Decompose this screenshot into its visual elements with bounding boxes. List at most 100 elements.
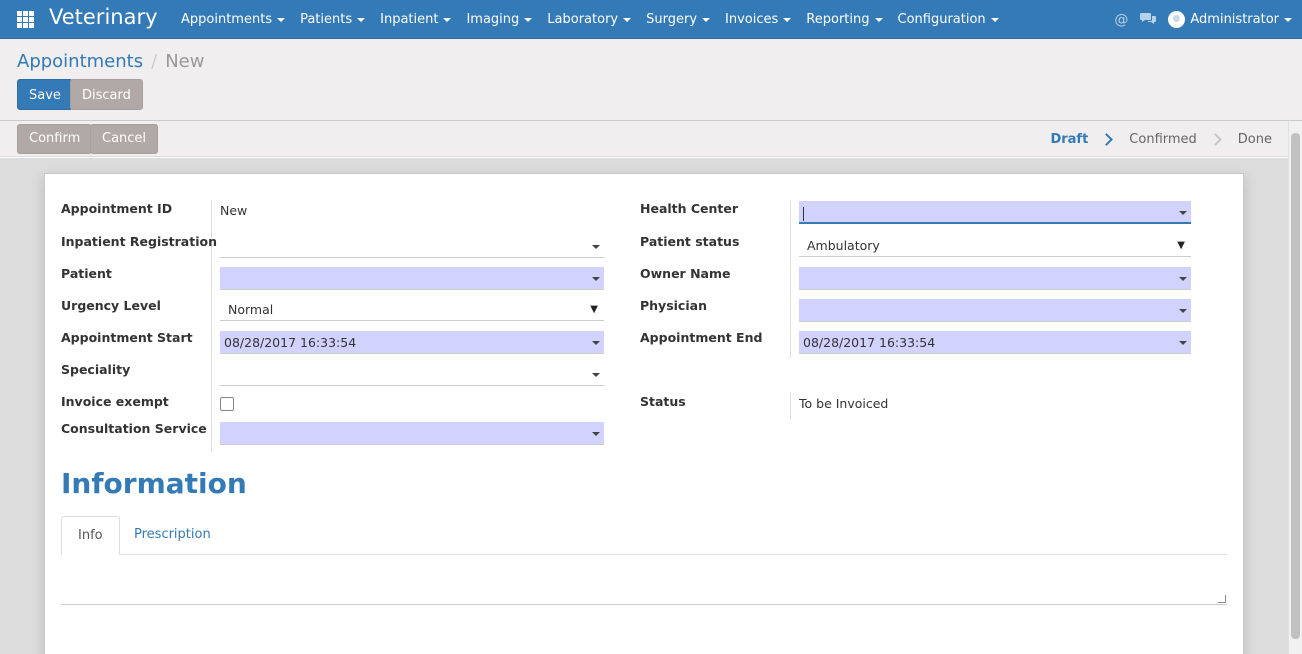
consultation-service-field[interactable]: [220, 422, 604, 445]
dropdown-icon: [1179, 211, 1187, 215]
caret-down-icon: [783, 17, 792, 22]
inpatient-registration-field[interactable]: [220, 235, 604, 258]
appointment-id-value: New: [220, 203, 248, 218]
menu-label: Reporting: [806, 12, 870, 27]
status-value: To be Invoiced: [799, 396, 889, 411]
dropdown-icon: [592, 341, 600, 345]
invoice-exempt-checkbox[interactable]: [220, 397, 234, 411]
breadcrumb-separator: /: [151, 51, 158, 72]
scroll-thumb[interactable]: [1291, 133, 1300, 639]
field-value: Normal: [228, 302, 274, 317]
tab-info[interactable]: Info: [61, 516, 120, 555]
inpatient-registration-label: Inpatient Registration: [61, 234, 217, 249]
caret-down-icon: [874, 17, 883, 22]
select-arrow-icon: ▼: [1177, 240, 1185, 251]
menu-label: Patients: [300, 12, 353, 27]
field-value: Ambulatory: [807, 238, 880, 253]
dropdown-icon: [1179, 341, 1187, 345]
speciality-field[interactable]: [220, 363, 604, 386]
user-menu[interactable]: Administrator: [1168, 11, 1292, 28]
step-confirmed[interactable]: Confirmed: [1129, 132, 1197, 147]
menu-label: Appointments: [181, 12, 273, 27]
menu-configuration[interactable]: Configuration: [898, 0, 999, 39]
text-cursor: [803, 206, 804, 221]
caret-down-icon: [357, 17, 366, 22]
apps-menu-icon[interactable]: [17, 11, 34, 28]
select-arrow-icon: ▼: [590, 304, 598, 315]
caret-down-icon: [1284, 17, 1292, 22]
consultation-service-label: Consultation Service: [61, 421, 207, 436]
info-textarea[interactable]: [61, 556, 1227, 605]
menu-surgery[interactable]: Surgery: [646, 0, 711, 39]
step-draft[interactable]: Draft: [1050, 132, 1088, 147]
column-divider: [790, 200, 791, 358]
appointment-id-label: Appointment ID: [61, 201, 173, 216]
patient-label: Patient: [61, 266, 112, 281]
appointment-start-field[interactable]: 08/28/2017 16:33:54: [220, 331, 604, 354]
menu-imaging[interactable]: Imaging: [466, 0, 533, 39]
top-navbar: Veterinary Appointments Patients Inpatie…: [0, 0, 1302, 39]
menu-patients[interactable]: Patients: [300, 0, 366, 39]
menu-label: Invoices: [725, 12, 779, 27]
status-label: Status: [640, 394, 686, 409]
confirm-button[interactable]: Confirm: [17, 124, 93, 154]
menu-label: Configuration: [897, 12, 986, 27]
caret-down-icon: [277, 17, 286, 22]
caret-down-icon: [623, 17, 632, 22]
caret-down-icon: [443, 17, 452, 22]
dropdown-icon: [1179, 277, 1187, 281]
information-heading: Information: [61, 467, 247, 500]
patient-field[interactable]: [220, 267, 604, 290]
owner-name-label: Owner Name: [640, 266, 731, 281]
menu-label: Laboratory: [547, 12, 619, 27]
menu-label: Inpatient: [380, 12, 439, 27]
menu-inpatient[interactable]: Inpatient: [380, 0, 452, 39]
field-value: 08/28/2017 16:33:54: [224, 335, 357, 350]
field-value: 08/28/2017 16:33:54: [803, 335, 936, 350]
dropdown-icon: [592, 277, 600, 281]
patient-status-label: Patient status: [640, 234, 740, 249]
dropdown-icon: [592, 373, 600, 377]
menu-invoices[interactable]: Invoices: [725, 0, 792, 39]
discard-button[interactable]: Discard: [70, 79, 143, 110]
resize-handle-icon[interactable]: [1218, 595, 1226, 603]
chat-icon[interactable]: [1140, 11, 1157, 29]
menu-reporting[interactable]: Reporting: [806, 0, 883, 39]
mention-icon[interactable]: @: [1114, 12, 1128, 28]
menu-label: Imaging: [466, 12, 520, 27]
column-divider: [790, 393, 791, 419]
menu-laboratory[interactable]: Laboratory: [547, 0, 632, 39]
menu-appointments[interactable]: Appointments: [181, 0, 286, 39]
owner-name-field[interactable]: [799, 267, 1191, 290]
appointment-end-field[interactable]: 08/28/2017 16:33:54: [799, 331, 1191, 354]
dropdown-icon: [592, 245, 600, 249]
status-steps: Draft Confirmed Done: [1050, 121, 1272, 157]
caret-down-icon: [524, 17, 533, 22]
notebook-tabs: Info Prescription: [61, 516, 1227, 555]
user-name: Administrator: [1190, 12, 1279, 27]
invoice-exempt-label: Invoice exempt: [61, 394, 169, 409]
step-done[interactable]: Done: [1238, 132, 1272, 147]
breadcrumb-current: New: [165, 51, 205, 72]
caret-down-icon: [702, 17, 711, 22]
dropdown-icon: [592, 432, 600, 436]
urgency-level-select[interactable]: Normal ▼: [220, 298, 604, 321]
cancel-button[interactable]: Cancel: [90, 124, 159, 154]
appointment-start-label: Appointment Start: [61, 330, 193, 345]
breadcrumb-appointments[interactable]: Appointments: [17, 51, 143, 72]
tab-prescription[interactable]: Prescription: [118, 516, 227, 555]
save-button[interactable]: Save: [17, 79, 73, 110]
navbar-right: @ Administrator: [1114, 0, 1302, 39]
vertical-scrollbar[interactable]: [1288, 121, 1302, 654]
patient-status-select[interactable]: Ambulatory ▼: [799, 234, 1191, 257]
breadcrumb: Appointments / New: [17, 51, 204, 72]
app-brand[interactable]: Veterinary: [49, 5, 158, 29]
statusbar: Confirm Cancel Draft Confirmed Done: [0, 121, 1288, 157]
control-panel: Appointments / New Save Discard: [0, 39, 1302, 121]
chevron-right-icon: [1100, 132, 1114, 146]
physician-field[interactable]: [799, 299, 1191, 322]
speciality-label: Speciality: [61, 362, 131, 377]
health-center-field[interactable]: [799, 201, 1191, 224]
dropdown-icon: [1179, 309, 1187, 313]
health-center-label: Health Center: [640, 201, 739, 216]
